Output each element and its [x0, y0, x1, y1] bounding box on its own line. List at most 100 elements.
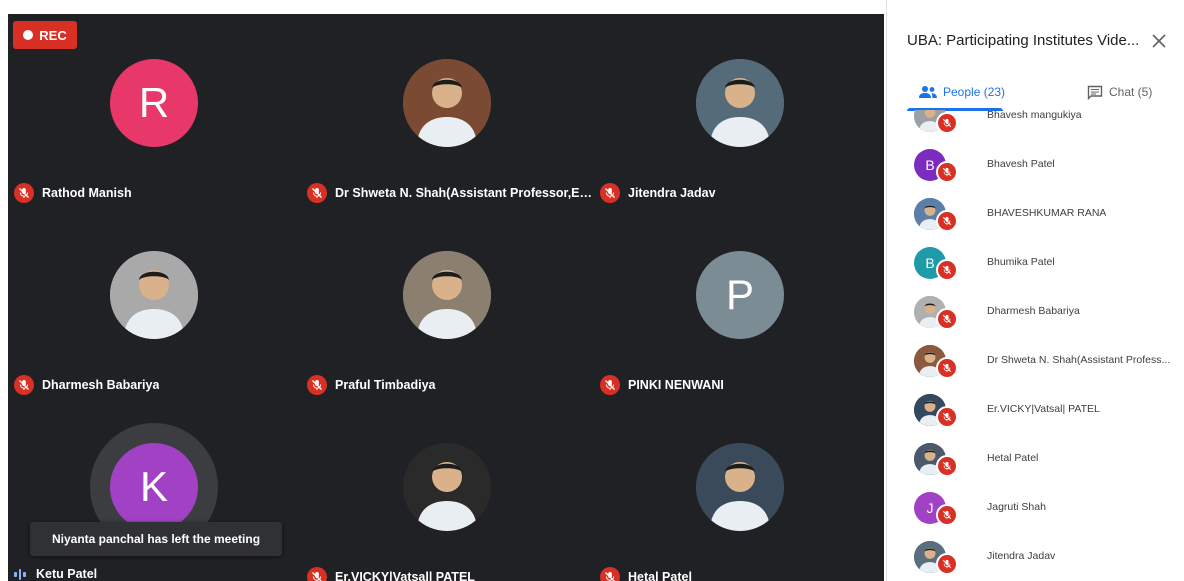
avatar: K: [110, 443, 198, 531]
avatar: [403, 59, 491, 147]
participant-name: Hetal Patel: [987, 452, 1039, 464]
mic-off-icon: [307, 375, 327, 395]
tab-chat-label: Chat (5): [1109, 85, 1153, 99]
tab-people-label: People (23): [943, 85, 1006, 99]
tile-name-row: Praful Timbadiya: [307, 375, 436, 395]
avatar-initial: P: [725, 271, 754, 318]
participant-row[interactable]: B Bhumika Patel: [887, 239, 1184, 288]
tab-people[interactable]: People (23): [919, 74, 1005, 110]
person-photo-icon: [403, 59, 491, 147]
left-meeting-toast: Niyanta panchal has left the meeting: [30, 522, 282, 556]
mic-off-icon: [936, 308, 958, 330]
mic-off-icon: [14, 375, 34, 395]
avatar: [110, 251, 198, 339]
participant-row[interactable]: J Jagruti Shah: [887, 484, 1184, 533]
participants-list[interactable]: Bhavesh mangukiya B Bhavesh Patel BHAVESHKU…: [887, 110, 1184, 581]
mic-off-icon: [936, 259, 958, 281]
participant-row[interactable]: Dharmesh Babariya: [887, 288, 1184, 337]
side-panel: UBA: Participating Institutes Vide... Pe…: [886, 0, 1184, 581]
mic-off-icon: [936, 553, 958, 575]
participant-row[interactable]: B Bhavesh Patel: [887, 141, 1184, 190]
person-photo-icon: [696, 443, 784, 531]
avatar-initial: R: [138, 79, 170, 126]
participant-tile[interactable]: R Rathod Manish: [8, 22, 300, 212]
avatar: [696, 59, 784, 147]
participant-row[interactable]: Hetal Patel: [887, 435, 1184, 484]
mic-off-icon: [600, 183, 620, 203]
mic-off-icon: [936, 455, 958, 477]
mic-off-icon: [936, 112, 958, 134]
participant-tile[interactable]: Dr Shweta N. Shah(Assistant Professor,EC…: [301, 22, 597, 212]
close-panel-button[interactable]: [1148, 30, 1170, 52]
mic-off-icon: [936, 210, 958, 232]
tile-name-row: Er.VICKY|Vatsal| PATEL: [307, 567, 475, 581]
tile-name-row: Rathod Manish: [14, 183, 132, 203]
panel-tabs: People (23) Chat (5): [887, 74, 1184, 111]
participant-name: Dr Shweta N. Shah(Assistant Professor,EC…: [335, 186, 597, 200]
chat-icon: [1087, 85, 1103, 100]
tile-name-row: Ketu Patel: [14, 567, 97, 581]
avatar-initial: J: [926, 500, 934, 516]
avatar-initial: B: [925, 157, 935, 173]
close-icon: [1152, 34, 1166, 48]
avatar: [403, 251, 491, 339]
participant-name: Er.VICKY|Vatsal| PATEL: [335, 570, 475, 581]
avatar: [403, 443, 491, 531]
tile-name-row: Hetal Patel: [600, 567, 692, 581]
participant-name: Jitendra Jadav: [628, 186, 716, 200]
participant-name: Jagruti Shah: [987, 501, 1046, 513]
participant-name: Ketu Patel: [36, 567, 98, 581]
person-photo-icon: [403, 251, 491, 339]
video-grid: REC R Rathod Manish Dr Shweta N. Shah(Assi…: [8, 14, 884, 581]
mic-off-icon: [936, 504, 958, 526]
participant-name: Bhavesh mangukiya: [987, 110, 1082, 121]
participant-name: BHAVESHKUMAR RANA: [987, 207, 1107, 219]
tile-name-row: Dharmesh Babariya: [14, 375, 159, 395]
participant-tile[interactable]: Er.VICKY|Vatsal| PATEL: [301, 406, 593, 581]
participant-tile[interactable]: P PINKI NENWANI: [594, 214, 884, 404]
participant-row[interactable]: Bhavesh mangukiya: [887, 110, 1184, 141]
participant-tile[interactable]: Jitendra Jadav: [594, 22, 884, 212]
avatar: [696, 443, 784, 531]
mic-off-icon: [14, 183, 34, 203]
audio-level-icon: [14, 567, 28, 581]
participant-name: Dharmesh Babariya: [987, 305, 1080, 317]
tile-name-row: PINKI NENWANI: [600, 375, 724, 395]
tile-name-row: Jitendra Jadav: [600, 183, 716, 203]
participant-name: Bhumika Patel: [987, 256, 1055, 268]
participant-name: PINKI NENWANI: [628, 378, 724, 392]
participant-name: Er.VICKY|Vatsal| PATEL: [987, 403, 1100, 415]
participant-name: Jitendra Jadav: [987, 550, 1056, 562]
person-photo-icon: [403, 443, 491, 531]
avatar: R: [110, 59, 198, 147]
mic-off-icon: [936, 357, 958, 379]
avatar: P: [696, 251, 784, 339]
participant-row[interactable]: Dr Shweta N. Shah(Assistant Profess...: [887, 337, 1184, 386]
mic-off-icon: [307, 183, 327, 203]
avatar-initial: K: [139, 463, 168, 510]
person-photo-icon: [696, 59, 784, 147]
meeting-stage: REC R Rathod Manish Dr Shweta N. Shah(Assi…: [0, 0, 886, 581]
participant-tile[interactable]: Hetal Patel: [594, 406, 884, 581]
mic-off-icon: [600, 375, 620, 395]
avatar-initial: B: [925, 255, 935, 271]
participant-name: Hetal Patel: [628, 570, 692, 581]
participant-name: Bhavesh Patel: [987, 158, 1055, 170]
tab-chat[interactable]: Chat (5): [1087, 74, 1152, 110]
participant-row[interactable]: BHAVESHKUMAR RANA: [887, 190, 1184, 239]
participant-name: Dharmesh Babariya: [42, 378, 160, 392]
person-photo-icon: [110, 251, 198, 339]
mic-off-icon: [600, 567, 620, 581]
panel-title: UBA: Participating Institutes Vide...: [907, 32, 1140, 49]
participant-name: Dr Shweta N. Shah(Assistant Profess...: [987, 354, 1171, 366]
participant-tile[interactable]: Dharmesh Babariya: [8, 214, 300, 404]
mic-off-icon: [307, 567, 327, 581]
participant-tile[interactable]: Praful Timbadiya: [301, 214, 593, 404]
participant-row[interactable]: Jitendra Jadav: [887, 533, 1184, 581]
participant-name: Rathod Manish: [42, 186, 132, 200]
mic-off-icon: [936, 406, 958, 428]
mic-off-icon: [936, 161, 958, 183]
participant-row[interactable]: Er.VICKY|Vatsal| PATEL: [887, 386, 1184, 435]
participant-name: Praful Timbadiya: [335, 378, 436, 392]
people-icon: [919, 86, 937, 98]
